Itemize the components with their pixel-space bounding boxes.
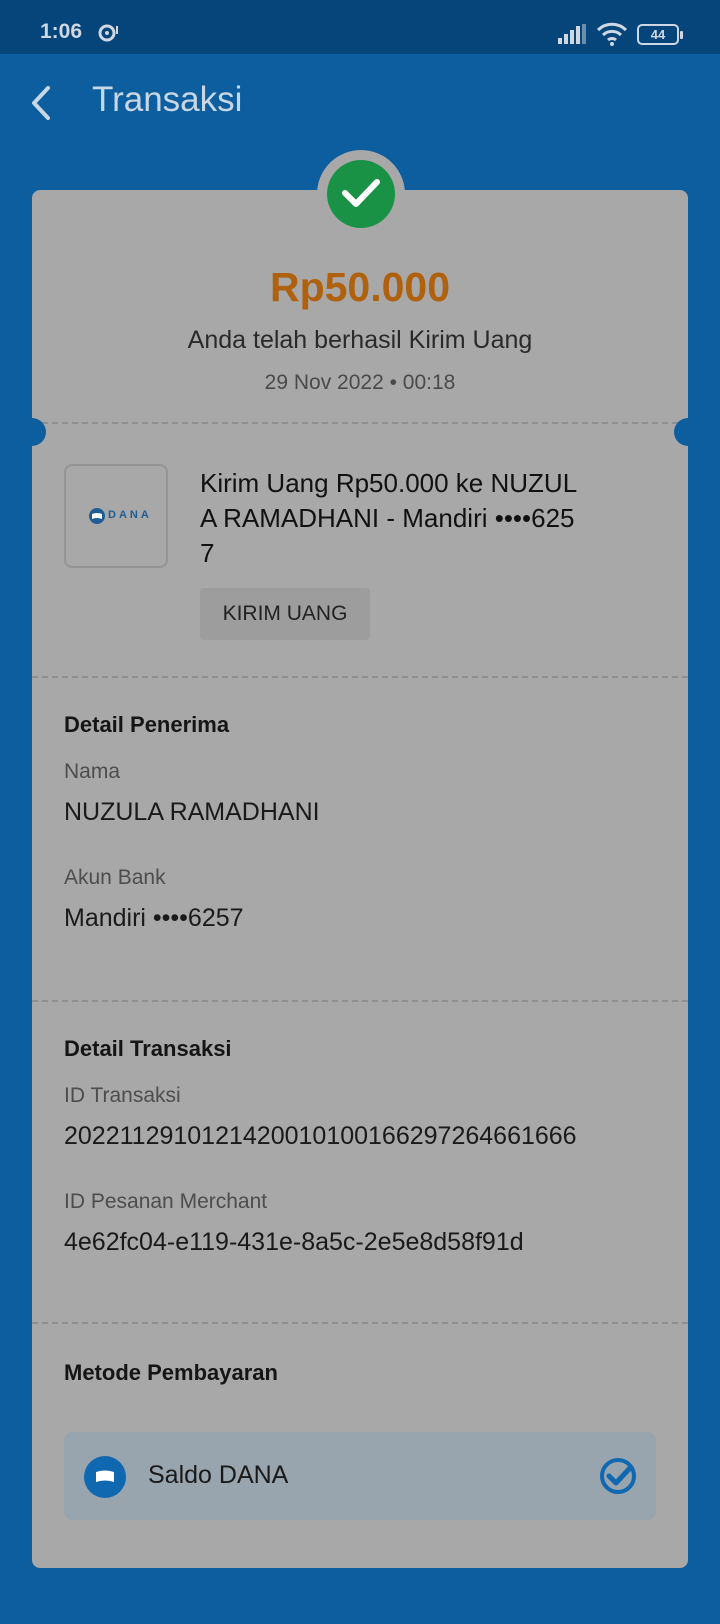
merchant-title-line: Kirim Uang Rp50.000 ke NUZUL [200,468,578,498]
transaction-id-value: 2022112910121420010100166297264661666 [64,1122,577,1150]
back-arrow-icon[interactable] [24,82,60,124]
receipt-scallop [127,1584,155,1612]
divider [32,676,688,678]
status-bar: 1:06 44 [0,0,720,54]
page-title: Transaksi [92,80,243,119]
merchant-order-id-label: ID Pesanan Merchant [64,1190,268,1213]
dana-logo-icon [89,508,105,524]
notification-icon [98,24,118,42]
receipt-scallop [54,1584,82,1612]
merchant-logo: DANA [64,464,168,568]
payment-section-title: Metode Pembayaran [64,1360,278,1385]
recipient-section-title: Detail Penerima [64,712,230,737]
payment-method-label: Saldo DANA [148,1461,289,1489]
check-circle [327,160,395,228]
receipt-notch-left [18,418,46,446]
transaction-section-title: Detail Transaksi [64,1036,232,1061]
success-badge [317,150,405,238]
receipt-scallop [419,1584,447,1612]
payment-method-row: Saldo DANA [64,1432,656,1520]
transaction-amount: Rp50.000 [269,264,451,310]
recipient-name-label: Nama [64,760,121,783]
receipt-scallop [492,1584,520,1612]
receipt-scallop [273,1584,301,1612]
merchant-order-id-value: 4e62fc04-e119-431e-8a5c-2e5e8d58f91d [64,1228,524,1256]
success-message: Anda telah berhasil Kirim Uang [187,326,533,354]
receipt-scallop [346,1584,374,1612]
receipt-scallop [200,1584,228,1612]
merchant-logo-text: DANA [108,509,152,521]
receipt-scallop [638,1584,666,1612]
divider [32,1000,688,1002]
signal-icon [558,24,586,44]
merchant-title-line: 7 [200,538,215,568]
wifi-icon [596,22,628,46]
wallet-icon [84,1456,126,1498]
transaction-id-label: ID Transaksi [64,1084,181,1107]
app-bar: Transaksi [0,54,720,150]
receipt-notch-right [674,418,702,446]
divider [32,1322,688,1324]
status-time: 1:06 [40,20,83,43]
merchant-title: Kirim Uang Rp50.000 ke NUZUL A RAMADHANI… [200,466,650,571]
receipt-card: Rp50.000 Anda telah berhasil Kirim Uang … [32,190,688,1568]
verified-check-icon [600,1458,636,1494]
check-icon [342,179,380,207]
bank-account-value: Mandiri ••••6257 [64,904,244,932]
battery-icon: 44 [637,24,683,45]
recipient-name-value: NUZULA RAMADHANI [64,798,320,826]
transaction-datetime: 29 Nov 2022 • 00:18 [264,371,456,394]
divider [32,422,688,424]
bank-account-label: Akun Bank [64,866,166,889]
category-chip: KIRIM UANG [200,588,370,640]
merchant-title-line: A RAMADHANI - Mandiri ••••625 [200,503,575,533]
receipt-scallop [565,1584,593,1612]
receipt-bottom-edge [0,1584,720,1624]
